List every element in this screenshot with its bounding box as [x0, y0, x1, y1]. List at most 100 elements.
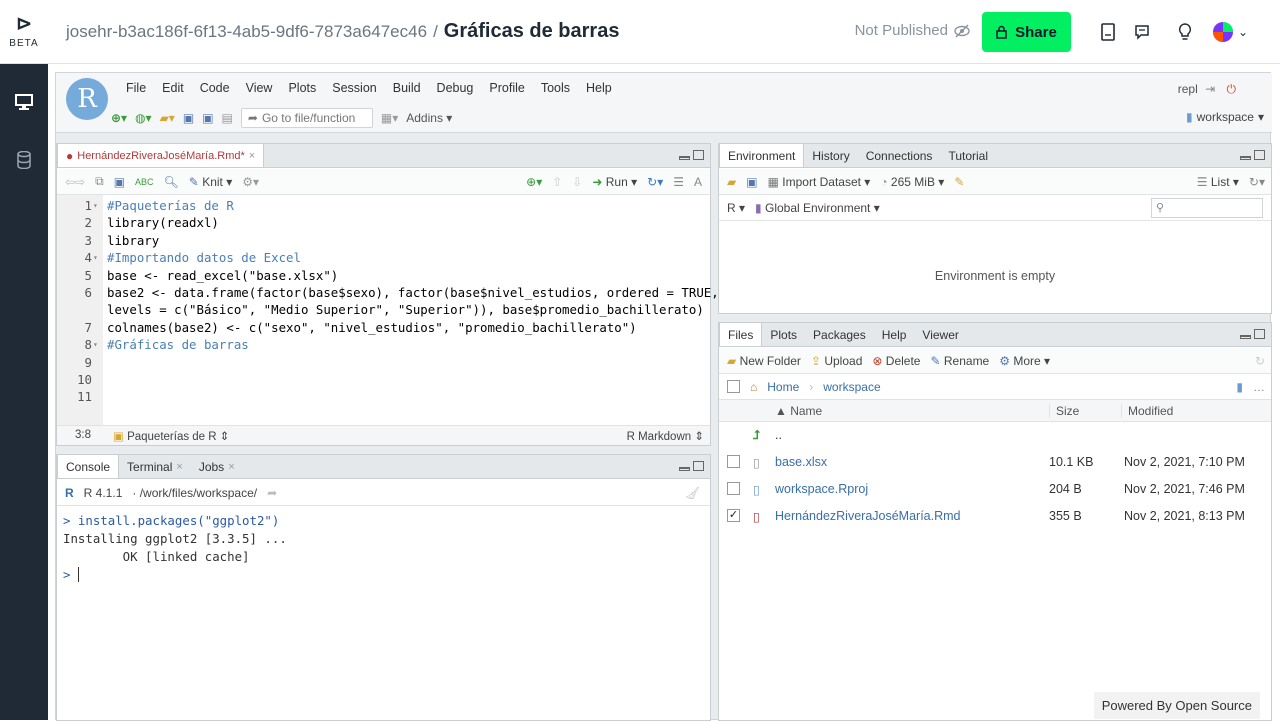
- file-checkbox[interactable]: [727, 482, 740, 495]
- menu-file[interactable]: File: [118, 81, 154, 95]
- close-icon[interactable]: ×: [249, 150, 255, 162]
- menu-edit[interactable]: Edit: [154, 81, 192, 95]
- file-row[interactable]: ▯ workspace.Rproj 204 B Nov 2, 2021, 7:46 P…: [719, 477, 1271, 503]
- code-line[interactable]: 11: [57, 388, 710, 405]
- power-icon[interactable]: ⏻: [1227, 82, 1237, 96]
- file-name-link[interactable]: base.xlsx: [775, 455, 827, 469]
- tab-files[interactable]: Files: [719, 322, 763, 346]
- menu-help[interactable]: Help: [578, 81, 620, 95]
- save-all-icon[interactable]: ▣: [202, 111, 213, 125]
- breadcrumb-home[interactable]: Home: [767, 380, 799, 394]
- file-name-link[interactable]: workspace.Rproj: [775, 482, 868, 496]
- code-line[interactable]: 10: [57, 371, 710, 388]
- parent-dir-row[interactable]: ⮥ ..: [719, 423, 1271, 449]
- code-line[interactable]: 8 ▾ #Gráficas de barras: [57, 336, 710, 353]
- language-selector[interactable]: R ▾: [727, 201, 745, 215]
- menu-debug[interactable]: Debug: [429, 81, 482, 95]
- menu-code[interactable]: Code: [192, 81, 238, 95]
- share-button[interactable]: Share: [982, 12, 1071, 52]
- code-line[interactable]: 4 ▾ #Importando datos de Excel: [57, 249, 710, 266]
- addins-menu[interactable]: Addins ▾: [406, 111, 452, 125]
- fold-toggle-icon[interactable]: ▾: [93, 336, 98, 353]
- column-modified[interactable]: Modified: [1121, 404, 1173, 418]
- show-in-window-icon[interactable]: ⧉: [95, 174, 104, 189]
- save-workspace-icon[interactable]: ▣: [746, 175, 757, 189]
- breadcrumb-workspace[interactable]: workspace: [823, 380, 880, 394]
- clear-console-icon[interactable]: 🧹︎: [685, 486, 700, 500]
- fold-toggle-icon[interactable]: ▾: [93, 249, 98, 266]
- menu-tools[interactable]: Tools: [533, 81, 578, 95]
- tab-help[interactable]: Help: [874, 323, 915, 346]
- tab-tutorial[interactable]: Tutorial: [940, 144, 996, 167]
- menu-session[interactable]: Session: [324, 81, 384, 95]
- window-controls[interactable]: [1240, 150, 1265, 160]
- tab-history[interactable]: History: [804, 144, 857, 167]
- minimize-icon[interactable]: [679, 156, 690, 160]
- environment-search-input[interactable]: ⚲: [1151, 197, 1263, 218]
- file-name-link[interactable]: HernándezRiveraJoséMaría.Rmd: [775, 509, 961, 523]
- datacamp-logo[interactable]: ⊳ BETA: [0, 0, 48, 64]
- code-line[interactable]: 9: [57, 354, 710, 371]
- grid-icon[interactable]: ▦▾: [381, 111, 398, 125]
- spellcheck-icon[interactable]: ABC: [135, 177, 154, 187]
- delete-button[interactable]: ⊗ Delete: [872, 354, 920, 368]
- close-icon[interactable]: ×: [228, 461, 234, 473]
- page-title[interactable]: Gráficas de barras: [444, 20, 620, 43]
- tab-terminal[interactable]: Terminal ×: [119, 455, 191, 478]
- menu-plots[interactable]: Plots: [280, 81, 324, 95]
- code-line[interactable]: levels = c("Básico", "Medio Superior", "…: [57, 301, 710, 318]
- code-line[interactable]: 5 base <- read_excel("base.xlsx"): [57, 267, 710, 284]
- more-button[interactable]: ⚙ More ▾: [999, 354, 1050, 368]
- scope-selector[interactable]: ▮ Global Environment ▾: [755, 201, 880, 215]
- tab-plots[interactable]: Plots: [762, 323, 805, 346]
- close-icon[interactable]: ×: [176, 461, 182, 473]
- search-icon[interactable]: 🔍︎: [164, 175, 179, 189]
- more-options-icon[interactable]: …: [1253, 380, 1265, 394]
- database-icon[interactable]: [12, 148, 36, 172]
- print-icon[interactable]: ▤: [222, 111, 233, 125]
- code-line[interactable]: 6 base2 <- data.frame(factor(base$sexo), …: [57, 284, 719, 301]
- down-icon[interactable]: ⇩: [572, 175, 582, 189]
- refresh-icon[interactable]: ↻▾: [1249, 175, 1265, 189]
- file-row[interactable]: ▯ base.xlsx 10.1 KB Nov 2, 2021, 7:10 PM: [719, 450, 1271, 476]
- code-line[interactable]: 1 ▾ #Paqueterías de R: [57, 197, 710, 214]
- save-icon[interactable]: ▣: [114, 175, 125, 189]
- code-line[interactable]: 3 library: [57, 232, 710, 249]
- memory-usage[interactable]: ◔ 265 MiB ▾: [880, 175, 944, 189]
- document-icon[interactable]: [1096, 20, 1120, 44]
- monitor-icon[interactable]: [12, 90, 36, 114]
- broom-icon[interactable]: ✎: [954, 175, 964, 189]
- minimize-icon[interactable]: [1240, 335, 1251, 339]
- insert-chunk-icon[interactable]: ⊕▾: [526, 175, 542, 189]
- file-checkbox[interactable]: ✓: [727, 509, 740, 522]
- column-name[interactable]: ▲ Name: [775, 404, 822, 418]
- window-controls[interactable]: [679, 461, 704, 471]
- tab-packages[interactable]: Packages: [805, 323, 874, 346]
- minimize-icon[interactable]: [679, 467, 690, 471]
- project-icon[interactable]: ▮: [1236, 380, 1243, 394]
- repl-button[interactable]: repl ⇥ ⏻: [1178, 82, 1236, 97]
- maximize-icon[interactable]: [1254, 150, 1265, 160]
- column-size[interactable]: Size: [1049, 404, 1079, 418]
- window-controls[interactable]: [679, 150, 704, 160]
- console-prompt[interactable]: >: [63, 567, 87, 582]
- minimize-icon[interactable]: [1240, 156, 1251, 160]
- tab-environment[interactable]: Environment: [719, 143, 805, 167]
- back-arrow-icon[interactable]: ⇦⇨: [65, 175, 85, 189]
- menu-view[interactable]: View: [238, 81, 281, 95]
- tab-console[interactable]: Console: [57, 454, 120, 478]
- run-button[interactable]: ➜ Run ▾: [592, 175, 637, 189]
- file-checkbox[interactable]: [727, 455, 740, 468]
- menu-build[interactable]: Build: [385, 81, 429, 95]
- load-workspace-icon[interactable]: ▰: [727, 175, 736, 189]
- project-selector[interactable]: ▮ workspace ▾: [1186, 110, 1264, 124]
- code-line[interactable]: 7 colnames(base2) <- c("sexo", "nivel_est…: [57, 319, 710, 336]
- working-dir[interactable]: · /work/files/workspace/: [132, 486, 257, 500]
- select-all-checkbox[interactable]: [727, 380, 740, 393]
- new-project-icon[interactable]: ◍▾: [135, 111, 152, 125]
- upload-button[interactable]: ⇪ Upload: [811, 354, 862, 368]
- import-dataset-button[interactable]: ▦ Import Dataset ▾: [768, 175, 871, 189]
- window-controls[interactable]: [1240, 329, 1265, 339]
- feedback-icon[interactable]: [1130, 20, 1154, 44]
- maximize-icon[interactable]: [1254, 329, 1265, 339]
